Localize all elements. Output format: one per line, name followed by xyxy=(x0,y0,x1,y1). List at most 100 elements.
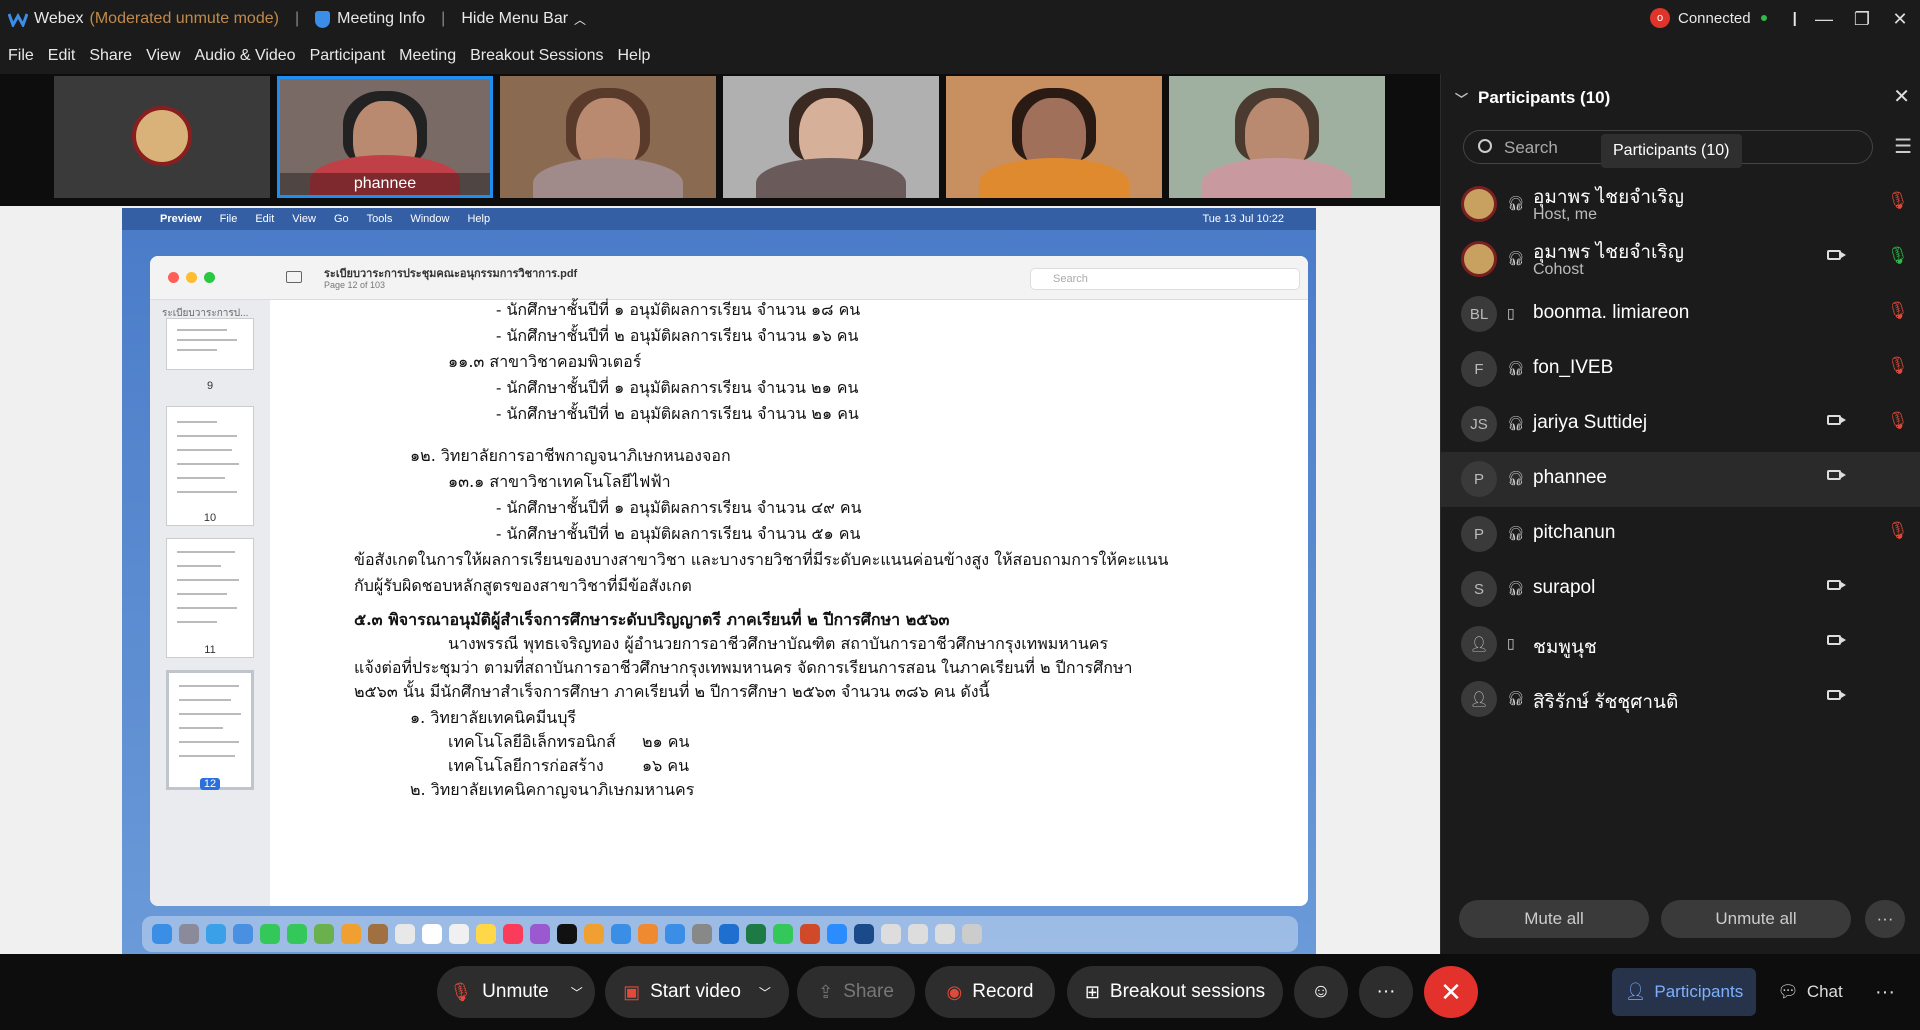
shield-icon xyxy=(315,10,331,28)
participants-header[interactable]: ﹀ Participants (10) xyxy=(1455,88,1610,108)
menu-help[interactable]: Help xyxy=(618,47,651,65)
mic-muted-icon[interactable]: 🎙︎ xyxy=(1887,356,1909,376)
mac-menu-bar: Preview File Edit View Go Tools Window H… xyxy=(122,208,1316,230)
doc-line: ๒๑ คน xyxy=(642,732,690,751)
menu-participant[interactable]: Participant xyxy=(310,47,386,65)
doc-line: ๑. วิทยาลัยเทคนิคมีนบุรี xyxy=(410,708,576,727)
restore-icon[interactable]: ❐ xyxy=(1842,0,1882,38)
unmute-mode-label: (Moderated unmute mode) xyxy=(89,10,279,27)
share-button[interactable]: ⇪ Share xyxy=(797,966,915,1018)
more-options-button[interactable]: ··· xyxy=(1359,966,1413,1018)
file-icon xyxy=(908,924,928,944)
participant-row[interactable]: 🎧︎ อุมาพร ไชยจำเริญ Cohost 🎙︎ xyxy=(1441,232,1920,287)
mic-muted-icon[interactable]: 🎙︎ xyxy=(1887,301,1909,321)
menu-breakout-sessions[interactable]: Breakout Sessions xyxy=(470,47,603,65)
more-panels-icon[interactable]: ··· xyxy=(1862,968,1908,1016)
thumbnail-page-10 xyxy=(166,406,254,526)
default-avatar-icon: 👤︎ xyxy=(1461,681,1497,717)
participant-row[interactable]: BL ▯ boonma. limiareon 🎙︎ xyxy=(1441,287,1920,342)
unmute-label: Unmute xyxy=(482,981,549,1002)
video-camera-icon xyxy=(1827,690,1846,700)
search-icon xyxy=(1478,139,1492,153)
reactions-button[interactable]: ☺ xyxy=(1294,966,1348,1018)
video-tile-name: phannee xyxy=(280,173,490,195)
person-body xyxy=(756,158,906,198)
mute-all-button[interactable]: Mute all xyxy=(1459,900,1649,938)
menu-audio-video[interactable]: Audio & Video xyxy=(194,47,295,65)
participant-row[interactable]: P 🎧︎ pitchanun 🎙︎ xyxy=(1441,507,1920,562)
pages-icon xyxy=(638,924,658,944)
video-tile-phannee[interactable]: phannee xyxy=(277,76,493,198)
shared-screen: Preview File Edit View Go Tools Window H… xyxy=(0,206,1440,954)
sort-list-icon[interactable]: ☰ xyxy=(1894,134,1912,159)
chat-button[interactable]: 💬︎ Chat xyxy=(1762,968,1858,1016)
record-button[interactable]: ◉ Record xyxy=(925,966,1055,1018)
participant-row[interactable]: 👤︎ ▯ ชมพูนุช xyxy=(1441,617,1920,672)
selected-page-number: 12 xyxy=(199,778,221,790)
meeting-info-button[interactable]: Meeting Info xyxy=(315,10,425,28)
video-tile-host[interactable] xyxy=(54,76,270,198)
menu-meeting[interactable]: Meeting xyxy=(399,47,456,65)
podcasts-icon xyxy=(530,924,550,944)
participant-row[interactable]: 🎧︎ อุมาพร ไชยจำเริญ Host, me 🎙︎ xyxy=(1441,177,1920,232)
mic-muted-icon[interactable]: 🎙︎ xyxy=(1887,521,1909,541)
avatar xyxy=(1461,241,1497,277)
mic-muted-icon[interactable]: 🎙︎ xyxy=(1887,411,1909,431)
mic-muted-icon: 🎙︎ xyxy=(449,981,473,1002)
numbers-icon xyxy=(584,924,604,944)
video-tile-5[interactable] xyxy=(946,76,1162,198)
menu-view[interactable]: View xyxy=(146,47,180,65)
minimize-icon[interactable]: — xyxy=(1804,0,1844,38)
avatar: BL xyxy=(1461,296,1497,332)
video-camera-icon xyxy=(1827,250,1846,260)
menu-bar: File Edit Share View Audio & Video Parti… xyxy=(0,38,1920,74)
leave-meeting-button[interactable]: ✕ xyxy=(1424,966,1478,1018)
participant-name: phannee xyxy=(1533,467,1607,488)
video-camera-icon xyxy=(1827,635,1846,645)
menu-edit[interactable]: Edit xyxy=(48,47,76,65)
close-dot-icon xyxy=(168,272,179,283)
headset-icon: 🎧︎ xyxy=(1507,195,1525,211)
participant-name: jariya Suttidej xyxy=(1533,412,1648,433)
mic-on-icon[interactable]: 🎙︎ xyxy=(1887,246,1909,266)
start-video-button[interactable]: ▣ Start video ﹀ xyxy=(605,966,789,1018)
headset-icon: 🎧︎ xyxy=(1507,470,1525,486)
mic-muted-icon[interactable]: 🎙︎ xyxy=(1887,191,1909,211)
video-tile-4[interactable] xyxy=(723,76,939,198)
menu-share[interactable]: Share xyxy=(89,47,132,65)
doc-line: ๒๕๖๓ นั้น มีนักศึกษาสำเร็จการศึกษา ภาคเร… xyxy=(354,682,990,701)
unmute-all-button[interactable]: Unmute all xyxy=(1661,900,1851,938)
close-window-icon[interactable]: ✕ xyxy=(1880,0,1920,38)
video-tile-3[interactable] xyxy=(500,76,716,198)
participant-row[interactable]: F 🎧︎ fon_IVEB 🎙︎ xyxy=(1441,342,1920,397)
menu-file[interactable]: File xyxy=(8,47,34,65)
participant-row-selected[interactable]: P 🎧︎ phannee xyxy=(1441,452,1920,507)
unmute-button[interactable]: 🎙︎ Unmute ﹀ xyxy=(437,966,595,1018)
participant-name: ชมพูนุช xyxy=(1533,637,1597,658)
close-panel-icon[interactable]: ✕ xyxy=(1893,84,1910,109)
video-camera-icon xyxy=(1827,415,1846,425)
file-icon xyxy=(935,924,955,944)
smiley-icon: ☺ xyxy=(1311,981,1331,1002)
breakout-sessions-button[interactable]: ⊞ Breakout sessions xyxy=(1067,966,1283,1018)
thumbnail-page-11 xyxy=(166,538,254,658)
avatar: JS xyxy=(1461,406,1497,442)
pdf-document-page: - นักศึกษาชั้นปีที่ ๑ อนุมัติผลการเรียน … xyxy=(270,300,1294,906)
participant-row[interactable]: 👤︎ 🎧︎ สิริรักษ์ รัชชุศานติ xyxy=(1441,672,1920,727)
hide-menu-bar-button[interactable]: Hide Menu Bar ︿ xyxy=(461,10,586,28)
more-options-icon[interactable]: ··· xyxy=(1865,900,1905,938)
close-icon: ✕ xyxy=(1440,976,1462,1007)
participant-row[interactable]: JS 🎧︎ jariya Suttidej 🎙︎ xyxy=(1441,397,1920,452)
headset-icon: 🎧︎ xyxy=(1507,415,1525,431)
separator: | xyxy=(441,10,446,27)
video-tile-6[interactable] xyxy=(1169,76,1385,198)
doc-line: ๒. วิทยาลัยเทคนิคกาญจนาภิเษกมหานคร xyxy=(410,780,695,799)
trash-icon xyxy=(962,924,982,944)
mac-menu-go: Go xyxy=(333,213,349,225)
participants-toggle-button[interactable]: 👤︎ Participants xyxy=(1612,968,1756,1016)
webex-logo-icon xyxy=(8,12,28,27)
participant-row[interactable]: S 🎧︎ surapol xyxy=(1441,562,1920,617)
default-avatar-icon: 👤︎ xyxy=(1461,626,1497,662)
start-video-label: Start video xyxy=(650,981,741,1002)
connection-status[interactable]: o Connected | xyxy=(1650,8,1797,28)
